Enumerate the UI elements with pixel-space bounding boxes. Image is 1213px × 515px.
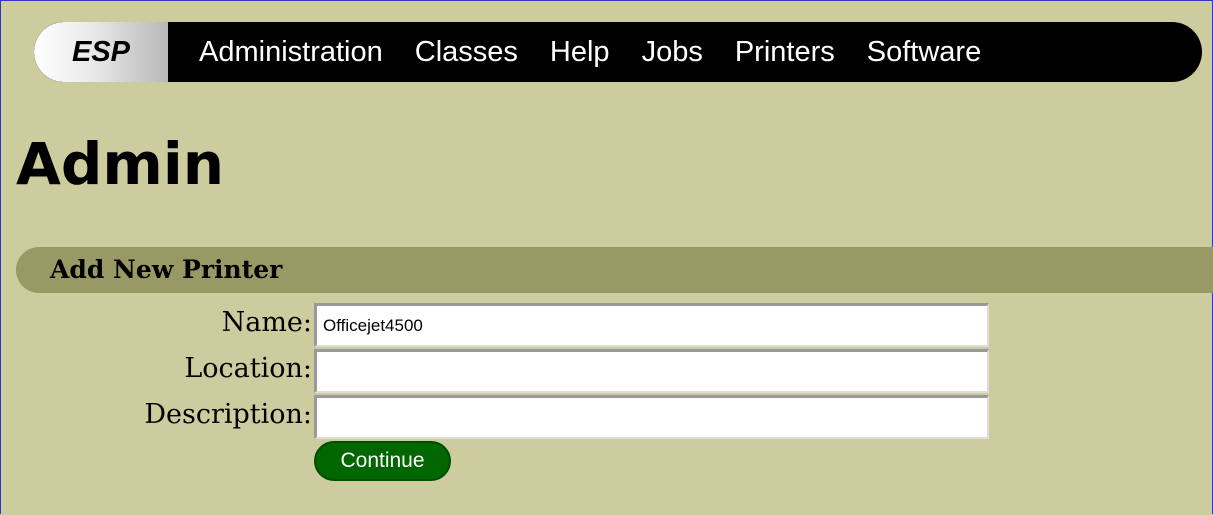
location-label: Location: [184,353,312,384]
name-row: Name: [0,303,1000,347]
section-header-bar: Add New Printer [16,247,1213,293]
nav-item-help[interactable]: Help [550,22,610,82]
location-input[interactable] [314,349,989,393]
location-row: Location: [0,349,1000,393]
brand-label: ESP [71,35,131,68]
continue-button[interactable]: Continue [314,441,451,481]
brand-logo[interactable]: ESP [34,22,168,82]
page-title: Admin [16,130,225,198]
nav-item-classes[interactable]: Classes [415,22,518,82]
nav-item-printers[interactable]: Printers [735,22,835,82]
description-row: Description: [0,395,1000,439]
top-navbar: ESP Administration Classes Help Jobs Pri… [34,22,1202,82]
description-input[interactable] [314,395,989,439]
name-label: Name: [221,307,312,338]
nav-item-jobs[interactable]: Jobs [642,22,703,82]
section-title: Add New Printer [50,255,283,284]
nav-item-software[interactable]: Software [867,22,981,82]
nav-items: Administration Classes Help Jobs Printer… [168,22,981,82]
nav-item-administration[interactable]: Administration [199,22,383,82]
description-label: Description: [144,399,312,430]
name-input[interactable] [314,303,989,347]
